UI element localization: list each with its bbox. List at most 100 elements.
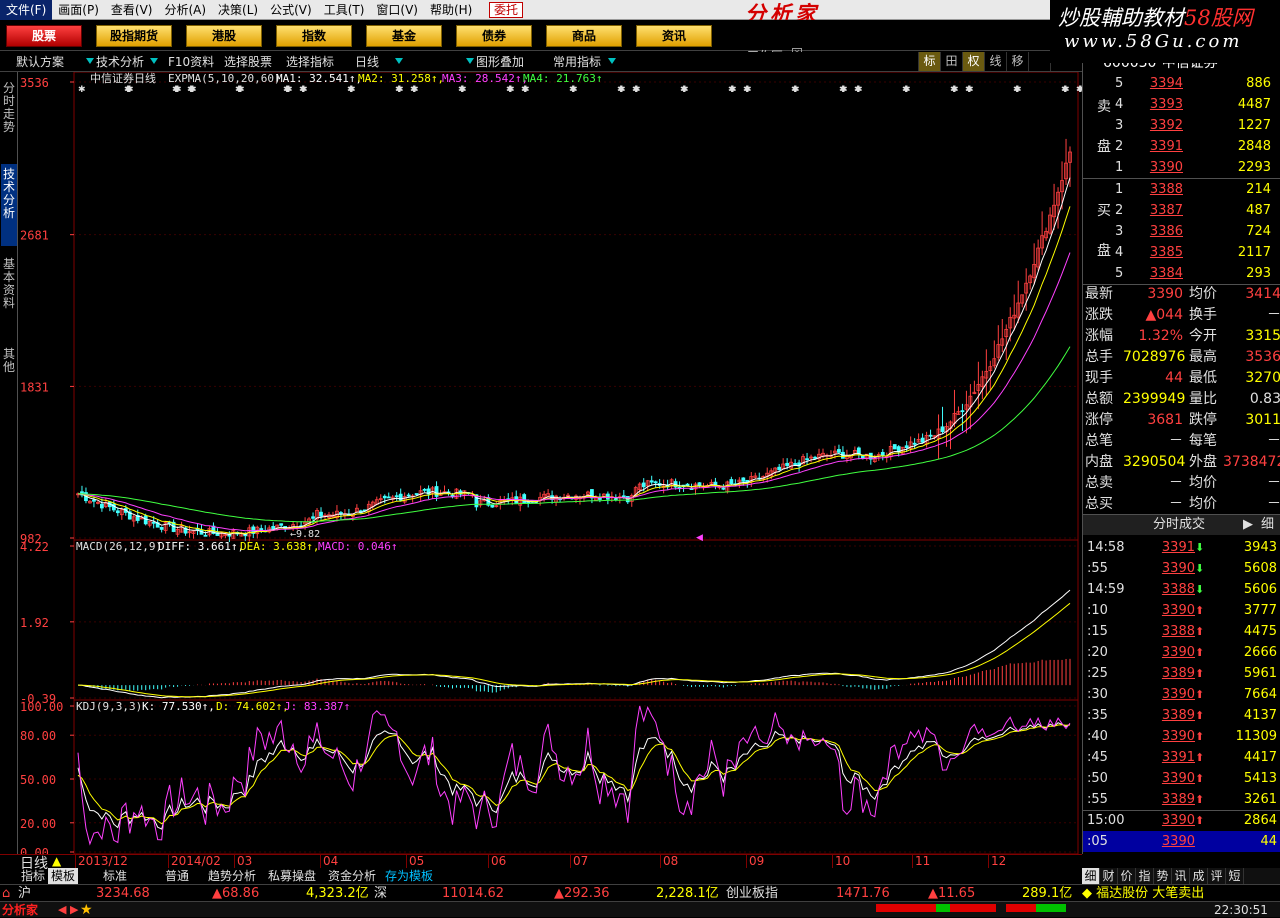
category-tab-0[interactable]: 股票 <box>6 25 82 47</box>
category-tab-7[interactable]: 资讯 <box>636 25 712 47</box>
menu-item-5[interactable]: 公式(V) <box>264 0 318 20</box>
event-marker-icon[interactable]: ✱ <box>124 85 132 95</box>
ask-price[interactable]: 3392 <box>1135 115 1183 136</box>
event-marker-icon[interactable]: ✱ <box>791 85 799 95</box>
ask-price[interactable]: 3393 <box>1135 94 1183 115</box>
category-tab-6[interactable]: 商品 <box>546 25 622 47</box>
bottom-tab-3[interactable]: 普通 <box>152 868 202 884</box>
event-marker-icon[interactable]: ✱ <box>743 85 751 95</box>
event-marker-icon[interactable]: ✱ <box>617 85 625 95</box>
ticker-news[interactable]: ◆ 福达股份 大笔卖出 <box>1082 885 1204 902</box>
trade-tick-row[interactable]: :25 3389 ⬆ 5961 <box>1083 663 1280 684</box>
trade-tick-row[interactable]: :55 3389 ⬆ 3261 <box>1083 789 1280 810</box>
bid-price[interactable]: 3387 <box>1135 200 1183 221</box>
trade-side-tab-5[interactable]: 讯 <box>1172 868 1190 884</box>
ask-row[interactable]: 3 3392 1227 <box>1083 115 1280 136</box>
event-marker-icon[interactable]: ✱ <box>235 85 243 95</box>
ask-price[interactable]: 3391 <box>1135 136 1183 157</box>
event-marker-icon[interactable]: ✱ <box>506 85 514 95</box>
tool-button-4[interactable]: 移 <box>1006 52 1028 71</box>
dropdown-arrow-icon[interactable] <box>86 58 94 64</box>
trade-tick-row[interactable]: 15:00 3390 ⬆ 2864 <box>1083 810 1280 831</box>
menu-item-6[interactable]: 工具(T) <box>318 0 371 20</box>
trade-tick-row[interactable]: 14:59 3388 ⬇ 5606 <box>1083 579 1280 600</box>
bottom-tab-7[interactable]: 存为模板 <box>382 868 436 884</box>
left-tab-1[interactable]: 技术分析 <box>1 164 17 246</box>
trade-tick-row[interactable]: :20 3390 ⬆ 2666 <box>1083 642 1280 663</box>
category-tab-2[interactable]: 港股 <box>186 25 262 47</box>
bid-row[interactable]: 1 3388 214 <box>1083 179 1280 200</box>
trade-side-tab-3[interactable]: 指 <box>1136 868 1154 884</box>
bottom-tab-4[interactable]: 趋势分析 <box>202 868 262 884</box>
trade-side-tab-1[interactable]: 财 <box>1100 868 1118 884</box>
play-icon[interactable]: ▶ <box>1243 515 1253 535</box>
tool-button-5[interactable] <box>1028 52 1050 71</box>
trade-tick-row[interactable]: :35 3389 ⬆ 4137 <box>1083 705 1280 726</box>
event-marker-icon[interactable]: ✱ <box>187 85 195 95</box>
bid-price[interactable]: 3388 <box>1135 179 1183 200</box>
event-marker-icon[interactable]: ✱ <box>569 85 577 95</box>
category-tab-1[interactable]: 股指期货 <box>96 25 172 47</box>
trade-tick-row[interactable]: :50 3390 ⬆ 5413 <box>1083 768 1280 789</box>
event-marker-icon[interactable]: ✱ <box>458 85 466 95</box>
trade-tick-row[interactable]: :55 3390 ⬇ 5608 <box>1083 558 1280 579</box>
toolbar-item-7[interactable]: 常用指标 <box>553 52 601 72</box>
event-marker-icon[interactable]: ✱ <box>854 85 862 95</box>
toolbar-item-6[interactable]: 图形叠加 <box>476 52 524 72</box>
trade-side-tab-2[interactable]: 价 <box>1118 868 1136 884</box>
trade-side-tab-4[interactable]: 势 <box>1154 868 1172 884</box>
dropdown-arrow-icon[interactable] <box>466 58 474 64</box>
bid-price[interactable]: 3384 <box>1135 263 1183 284</box>
category-tab-5[interactable]: 债券 <box>456 25 532 47</box>
ask-row[interactable]: 5 3394 886 <box>1083 73 1280 94</box>
left-tab-2[interactable]: 基本资料 <box>1 254 17 336</box>
bid-price[interactable]: 3385 <box>1135 242 1183 263</box>
trade-tick-row[interactable]: :45 3391 ⬆ 4417 <box>1083 747 1280 768</box>
menu-item-4[interactable]: 决策(L) <box>212 0 264 20</box>
menu-item-7[interactable]: 窗口(V) <box>370 0 424 20</box>
event-marker-icon[interactable]: ✱ <box>632 85 640 95</box>
menu-item-3[interactable]: 分析(A) <box>158 0 212 20</box>
dropdown-arrow-icon[interactable] <box>608 58 616 64</box>
event-marker-icon[interactable]: ✱ <box>78 85 86 95</box>
nav-arrows-icon[interactable]: ◀ ▶ <box>58 902 78 918</box>
bottom-tab-2[interactable]: 标准 <box>92 868 138 884</box>
event-marker-icon[interactable]: ✱ <box>902 85 910 95</box>
trade-side-tab-0[interactable]: 细 <box>1082 868 1100 884</box>
toolbar-item-3[interactable]: 选择股票 <box>224 52 272 72</box>
trade-side-tab-6[interactable]: 成 <box>1190 868 1208 884</box>
left-tab-3[interactable]: 其他 <box>1 344 17 394</box>
event-marker-icon[interactable]: ✱ <box>680 85 688 95</box>
menu-item-8[interactable]: 帮助(H) <box>424 0 478 20</box>
bottom-tab-1[interactable]: 模板 <box>48 868 78 884</box>
event-marker-icon[interactable]: ✱ <box>950 85 958 95</box>
weituo-button[interactable]: 委托 <box>489 2 524 18</box>
dropdown-arrow-icon[interactable] <box>395 58 403 64</box>
trade-tick-row[interactable]: :10 3390 ⬆ 3777 <box>1083 600 1280 621</box>
trade-tick-row[interactable]: :05 3390 44 <box>1083 831 1280 852</box>
trade-side-tab-7[interactable]: 评 <box>1208 868 1226 884</box>
event-marker-icon[interactable]: ✱ <box>410 85 418 95</box>
tool-button-0[interactable]: 标 <box>918 52 940 71</box>
bid-row[interactable]: 5 3384 293 <box>1083 263 1280 284</box>
event-marker-icon[interactable]: ✱ <box>283 85 291 95</box>
tool-button-1[interactable]: 田 <box>940 52 962 71</box>
trade-side-tab-8[interactable]: 短 <box>1226 868 1244 884</box>
event-marker-icon[interactable]: ✱ <box>395 85 403 95</box>
menu-item-2[interactable]: 查看(V) <box>105 0 159 20</box>
trade-tick-row[interactable]: :15 3388 ⬆ 4475 <box>1083 621 1280 642</box>
event-marker-icon[interactable]: ✱ <box>347 85 355 95</box>
trade-tick-row[interactable]: :30 3390 ⬆ 7664 <box>1083 684 1280 705</box>
category-tab-4[interactable]: 基金 <box>366 25 442 47</box>
menu-item-0[interactable]: 文件(F) <box>0 0 53 20</box>
tool-button-2[interactable]: 权 <box>962 52 984 71</box>
toolbar-item-5[interactable]: 日线 <box>355 52 379 72</box>
event-marker-icon[interactable]: ✱ <box>1013 85 1021 95</box>
bottom-tab-5[interactable]: 私募操盘 <box>262 868 322 884</box>
bid-row[interactable]: 3 3386 724 <box>1083 221 1280 242</box>
event-marker-icon[interactable]: ✱ <box>299 85 307 95</box>
dropdown-arrow-icon[interactable] <box>150 58 158 64</box>
toolbar-item-2[interactable]: F10资料 <box>168 52 214 72</box>
bottom-tab-6[interactable]: 资金分析 <box>322 868 382 884</box>
ask-price[interactable]: 3390 <box>1135 157 1183 178</box>
